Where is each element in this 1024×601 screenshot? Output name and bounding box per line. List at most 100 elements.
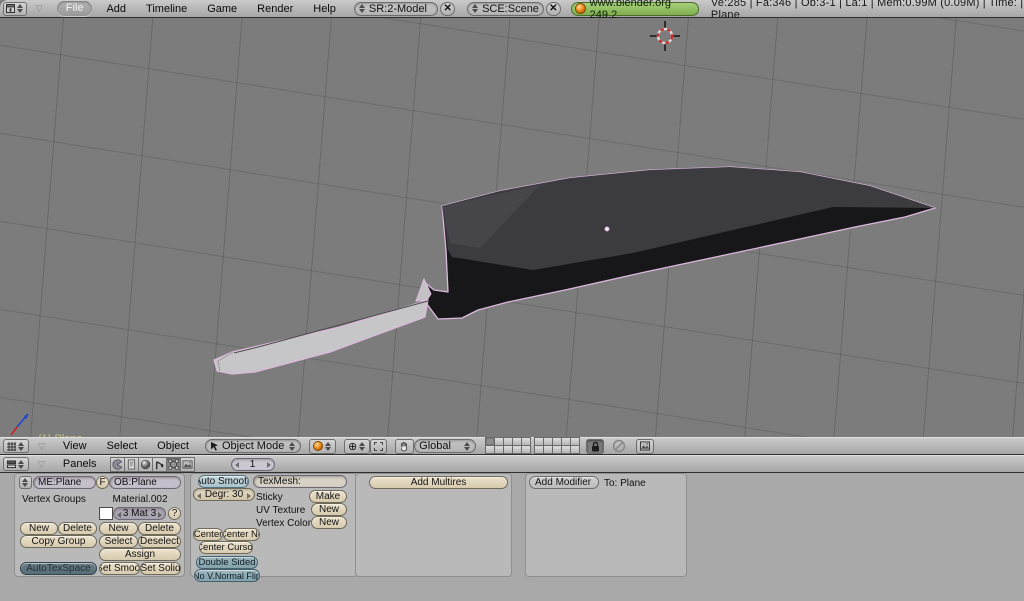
material-color-swatch[interactable] <box>99 507 113 520</box>
manipulator-hand-toggle[interactable] <box>395 439 414 454</box>
menu-add[interactable]: Add <box>106 3 126 15</box>
center-new-button[interactable]: Center Ne <box>223 528 260 541</box>
vertex-color-new-button[interactable]: New <box>311 516 347 529</box>
vertex-color-label: Vertex Color <box>256 518 311 529</box>
panel-modifiers[interactable]: Add Modifier To: Plane <box>525 473 687 577</box>
viewport-3d[interactable]: (1) Plane <box>0 18 1024 437</box>
draw-type-dropdown[interactable] <box>309 439 336 454</box>
solid-drawtype-icon <box>313 441 323 451</box>
render-preview-button[interactable] <box>636 439 654 454</box>
add-modifier-dropdown[interactable]: Add Modifier <box>529 476 599 489</box>
menu-file[interactable]: File <box>57 1 93 16</box>
manipulator-toggle[interactable] <box>370 439 387 454</box>
deselect-button[interactable]: Deselect <box>138 535 181 548</box>
info-window-icon <box>6 4 15 13</box>
delete-scene-button[interactable]: ✕ <box>546 2 561 16</box>
collapse-menu-icon[interactable]: ▽ <box>38 441 45 452</box>
double-sided-toggle[interactable]: Double Sided <box>196 556 258 569</box>
select-button[interactable]: Select <box>99 535 138 548</box>
panel-link-and-materials[interactable]: ME:Plane F OB:Plane Vertex Groups Materi… <box>14 473 185 577</box>
browse-screens-icon <box>359 4 366 13</box>
deselect-label: Deselect <box>140 536 179 547</box>
layer-20[interactable] <box>570 445 580 454</box>
mode-dropdown[interactable]: Object Mode <box>205 439 301 453</box>
frame-number-field[interactable]: 1 <box>231 458 275 471</box>
fake-user-button[interactable]: F <box>96 476 109 489</box>
vgroup-new-button[interactable]: New <box>20 522 58 535</box>
screen-selector[interactable]: SR:2-Model <box>354 2 438 16</box>
no-vnormal-flip-toggle[interactable]: No V.Normal Flip <box>194 569 260 582</box>
buttons-window[interactable]: ME:Plane F OB:Plane Vertex Groups Materi… <box>0 473 1024 601</box>
delete-screen-button[interactable]: ✕ <box>440 2 455 16</box>
material-delete-button[interactable]: Delete <box>138 522 181 535</box>
vgroup-new-label: New <box>29 523 49 534</box>
autotexspace-toggle[interactable]: AutoTexSpace <box>20 562 97 575</box>
assign-button[interactable]: Assign <box>99 548 181 561</box>
sword-model[interactable] <box>0 18 1024 437</box>
shading-context-button[interactable] <box>138 457 153 472</box>
menu-game[interactable]: Game <box>207 3 237 15</box>
center-button[interactable]: Center <box>193 528 223 541</box>
window-type-dropdown-icon <box>18 460 25 469</box>
set-solid-button[interactable]: Set Solid <box>140 562 181 575</box>
panel-mesh[interactable]: Auto Smooth Degr: 30 TexMesh: Sticky Mak… <box>190 473 358 577</box>
cursor-3d[interactable] <box>650 21 680 51</box>
menu-select[interactable]: Select <box>107 440 138 452</box>
mode-label: Object Mode <box>222 440 284 452</box>
texmesh-field[interactable]: TexMesh: <box>253 475 347 488</box>
material-index-field[interactable]: 3 Mat 3 <box>113 507 166 520</box>
sticky-make-button[interactable]: Make <box>309 490 347 503</box>
layer-15[interactable] <box>521 445 531 454</box>
script-context-button[interactable] <box>124 457 139 472</box>
pivot-dropdown[interactable]: ⊕ <box>344 439 370 454</box>
logic-context-button[interactable] <box>110 457 125 472</box>
menu-render[interactable]: Render <box>257 3 293 15</box>
menu-timeline[interactable]: Timeline <box>146 3 187 15</box>
copy-group-button[interactable]: Copy Group <box>20 535 97 548</box>
uv-texture-new-button[interactable]: New <box>311 503 347 516</box>
orientation-dropdown[interactable]: Global <box>414 439 476 453</box>
menu-view[interactable]: View <box>63 440 87 452</box>
vgroup-delete-button[interactable]: Delete <box>58 522 97 535</box>
editing-context-button[interactable] <box>166 457 181 472</box>
add-multires-button[interactable]: Add Multires <box>369 476 508 489</box>
close-icon: ✕ <box>444 3 452 14</box>
editing-icon <box>168 459 179 470</box>
menu-help[interactable]: Help <box>313 3 336 15</box>
mesh-name-field[interactable]: ME:Plane <box>33 476 96 489</box>
blender-version-button[interactable]: www.blender.org 249.2 <box>571 2 699 16</box>
panel-multires[interactable]: Add Multires <box>355 473 512 577</box>
window-type-button[interactable] <box>3 2 27 16</box>
browse-mesh-button[interactable] <box>19 476 32 489</box>
assign-label: Assign <box>125 549 155 560</box>
degr-field[interactable]: Degr: 30 <box>193 488 255 501</box>
lock-icon <box>591 441 600 452</box>
render-occlusion-icon[interactable] <box>612 439 626 453</box>
material-help-button[interactable]: ? <box>168 507 181 520</box>
set-smooth-button[interactable]: Set Smoot <box>99 562 140 575</box>
window-type-button[interactable] <box>3 439 29 453</box>
lock-layers-toggle[interactable] <box>586 439 604 454</box>
material-name-label: Material.002 <box>99 494 181 505</box>
auto-smooth-toggle[interactable]: Auto Smooth <box>198 475 249 488</box>
collapse-menu-icon[interactable]: ▽ <box>38 459 45 470</box>
scene-selector[interactable]: SCE:Scene <box>467 2 544 16</box>
window-type-button[interactable] <box>3 457 29 471</box>
copy-group-label: Copy Group <box>32 536 86 547</box>
object-name-field[interactable]: OB:Plane <box>109 476 181 489</box>
scene-context-button[interactable] <box>180 457 195 472</box>
object-context-button[interactable] <box>152 457 167 472</box>
panels-menu[interactable]: Panels <box>63 458 97 470</box>
set-smooth-label: Set Smoot <box>99 563 140 574</box>
layer-buttons-group-2[interactable] <box>535 438 580 454</box>
vertex-groups-label: Vertex Groups <box>22 494 86 505</box>
sword-guard-spike[interactable] <box>416 279 431 301</box>
menu-object[interactable]: Object <box>157 440 189 452</box>
uv-texture-label: UV Texture <box>256 505 305 516</box>
layer-buttons-group-1[interactable] <box>486 438 531 454</box>
material-new-button[interactable]: New <box>99 522 138 535</box>
browse-scenes-icon <box>472 4 479 13</box>
sword-handle[interactable] <box>214 300 428 374</box>
center-cursor-button[interactable]: Center Cursor <box>199 541 253 554</box>
collapse-menu-icon[interactable]: ▽ <box>36 3 43 14</box>
